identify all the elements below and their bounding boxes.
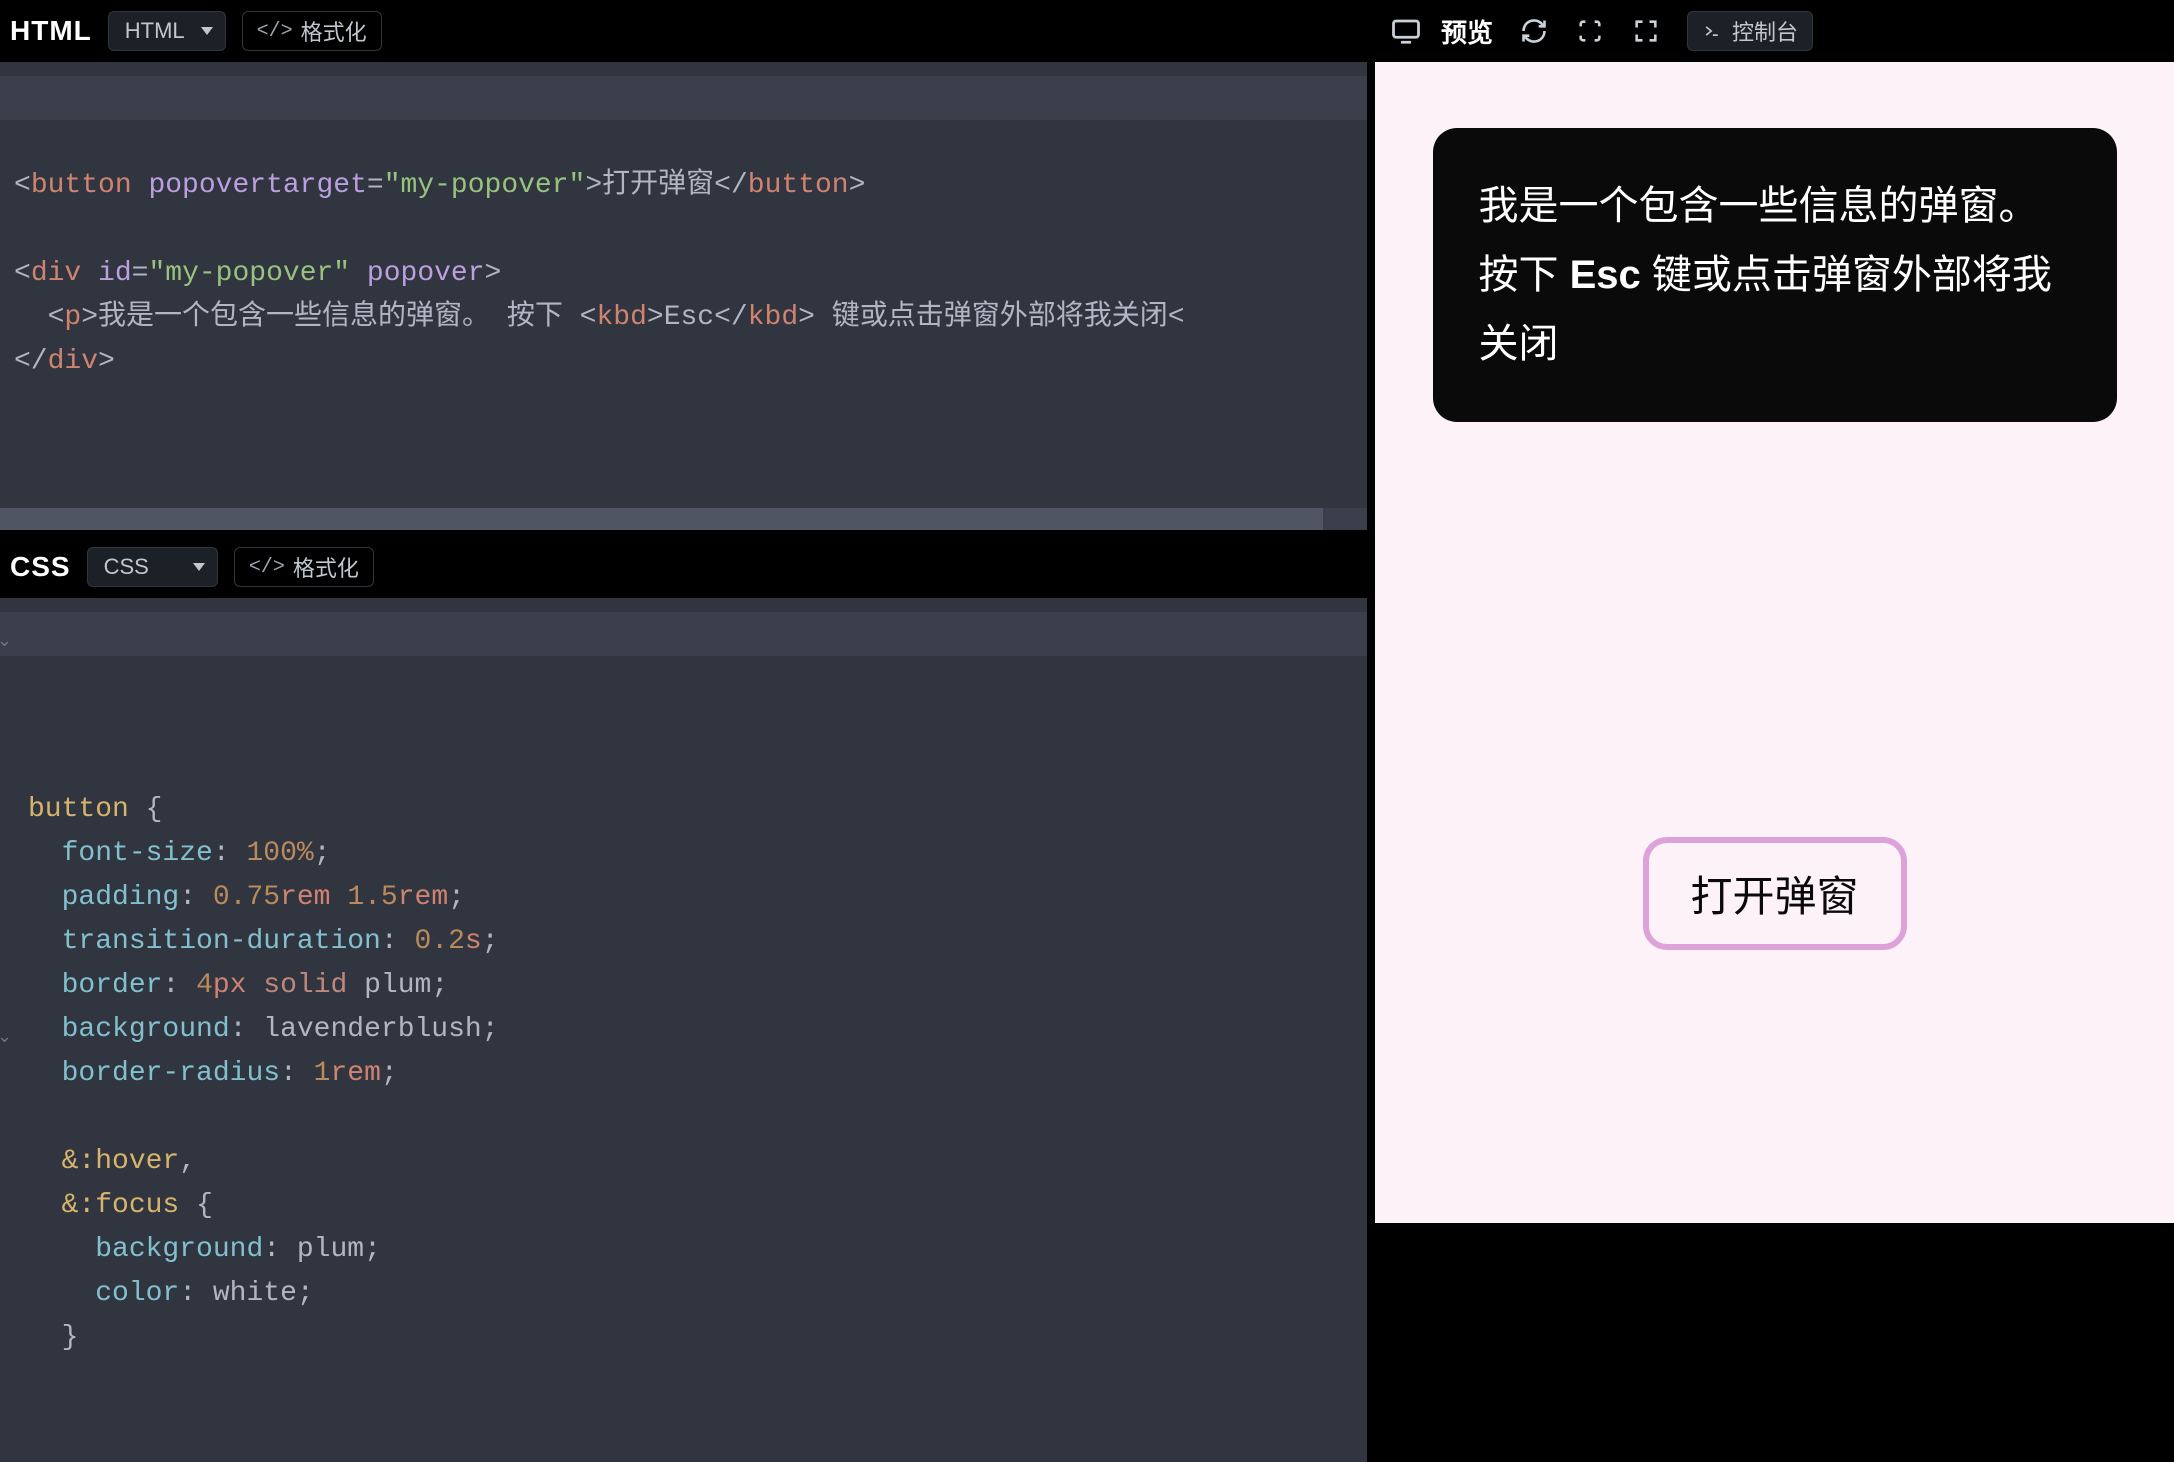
terminal-icon (1702, 21, 1722, 41)
fold-caret-icon[interactable]: ⌄ (0, 620, 12, 664)
console-button-label: 控制台 (1732, 15, 1798, 47)
css-format-button[interactable]: </> 格式化 (234, 547, 374, 587)
html-panel-title: HTML (10, 15, 92, 47)
html-language-select[interactable]: HTML (108, 11, 226, 51)
html-panel-header: HTML HTML </> 格式化 (0, 0, 1367, 62)
html-format-button[interactable]: </> 格式化 (242, 11, 382, 51)
popover: 我是一个包含一些信息的弹窗。 按下 Esc 键或点击弹窗外部将我关闭 (1433, 128, 2117, 422)
html-editor[interactable]: <button popovertarget="my-popover">打开弹窗<… (0, 62, 1367, 530)
fold-caret-icon[interactable]: ⌄ (0, 1016, 12, 1060)
css-language-value: CSS (104, 554, 149, 580)
code-icon: </> (249, 556, 285, 579)
fullscreen-icon[interactable] (1631, 16, 1661, 46)
css-panel: CSS CSS </> 格式化 ⌄ ⌄ button { font-size: … (0, 536, 1367, 1462)
chevron-down-icon (193, 563, 205, 571)
css-format-label: 格式化 (293, 551, 359, 583)
css-language-select[interactable]: CSS (87, 547, 218, 587)
code-icon: </> (257, 20, 293, 43)
refresh-icon[interactable] (1519, 16, 1549, 46)
html-language-value: HTML (125, 18, 185, 44)
popover-text: 我是一个包含一些信息的弹窗。 按下 Esc 键或点击弹窗外部将我关闭 (1479, 184, 2052, 366)
open-popover-button[interactable]: 打开弹窗 (1642, 837, 1906, 950)
css-panel-header: CSS CSS </> 格式化 (0, 536, 1367, 598)
preview-column: 预览 控制台 我是一个包含一些信息的弹窗。 按下 Esc 键或点击弹窗外部将我关… (1375, 0, 2174, 1223)
console-button[interactable]: 控制台 (1687, 11, 1813, 51)
corners-icon[interactable] (1575, 16, 1605, 46)
monitor-icon[interactable] (1391, 16, 1421, 46)
preview-label: 预览 (1441, 13, 1493, 50)
html-panel: HTML HTML </> 格式化 <button popovertarget=… (0, 0, 1367, 536)
scrollbar-thumb[interactable] (0, 508, 1323, 530)
preview-surface: 我是一个包含一些信息的弹窗。 按下 Esc 键或点击弹窗外部将我关闭 打开弹窗 (1375, 62, 2174, 1223)
css-editor[interactable]: ⌄ ⌄ button { font-size: 100%; padding: 0… (0, 598, 1367, 1462)
html-format-label: 格式化 (301, 15, 367, 47)
editor-column: HTML HTML </> 格式化 <button popovertarget=… (0, 0, 1375, 1223)
preview-header: 预览 控制台 (1375, 0, 2174, 62)
horizontal-scrollbar[interactable] (0, 508, 1367, 530)
css-panel-title: CSS (10, 551, 71, 583)
chevron-down-icon (201, 27, 213, 35)
